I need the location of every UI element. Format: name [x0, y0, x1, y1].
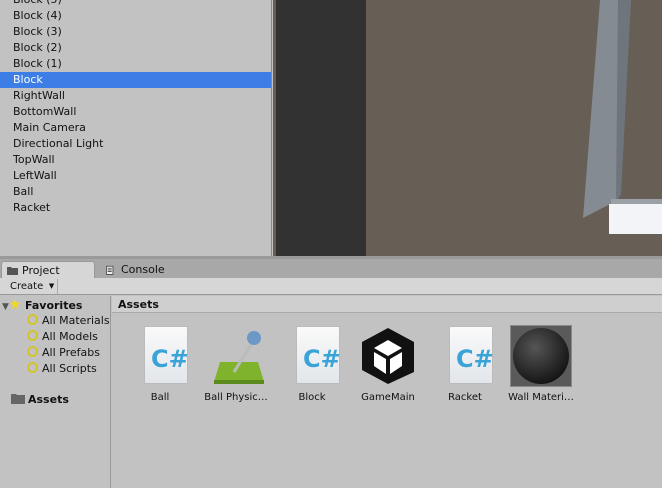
- unity-scene-icon: [362, 328, 414, 384]
- asset-label: Block: [298, 392, 326, 403]
- tree-item-label: All Scripts: [42, 362, 97, 375]
- search-icon: [27, 362, 38, 373]
- tree-item-label: All Models: [42, 330, 98, 343]
- hierarchy-item[interactable]: Directional Light: [0, 136, 271, 152]
- star-icon: ★: [8, 297, 22, 313]
- asset-item-block[interactable]: C# Block: [272, 326, 352, 403]
- tree-item-all-scripts[interactable]: All Scripts: [27, 361, 97, 377]
- tree-item-all-prefabs[interactable]: All Prefabs: [27, 345, 100, 361]
- asset-label: GameMain: [361, 392, 415, 403]
- tab-label: Console: [121, 263, 165, 276]
- tree-assets[interactable]: Assets: [11, 392, 69, 408]
- dropdown-arrow-icon: ▼: [48, 282, 55, 290]
- create-button[interactable]: Create ▼: [3, 279, 59, 294]
- hierarchy-item[interactable]: Racket: [0, 200, 271, 216]
- console-icon: [106, 265, 114, 275]
- hierarchy-item-selected[interactable]: Block: [0, 72, 271, 88]
- asset-label: Wall Materi…: [508, 392, 574, 403]
- search-icon: [27, 330, 38, 341]
- assets-breadcrumb: Assets: [112, 296, 662, 313]
- asset-item-gamemain[interactable]: GameMain: [348, 326, 428, 403]
- hierarchy-item[interactable]: TopWall: [0, 152, 271, 168]
- csharp-script-icon: C#: [296, 326, 341, 384]
- search-icon: [27, 314, 38, 325]
- asset-item-wall-material[interactable]: Wall Materi…: [501, 325, 581, 403]
- hierarchy-panel: Block (5) Block (4) Block (3) Block (2) …: [0, 0, 272, 256]
- physic-material-icon: [214, 331, 264, 384]
- hierarchy-item[interactable]: Ball: [0, 184, 271, 200]
- csharp-script-icon: C#: [144, 326, 189, 384]
- asset-label: Ball: [150, 392, 170, 403]
- hierarchy-item[interactable]: Block (5): [0, 0, 271, 8]
- tree-item-label: All Materials: [42, 314, 110, 327]
- hierarchy-item[interactable]: RightWall: [0, 88, 271, 104]
- favorites-label: Favorites: [24, 299, 83, 312]
- csharp-script-icon: C#: [449, 326, 494, 384]
- hierarchy-item[interactable]: BottomWall: [0, 104, 271, 120]
- asset-label: Ball Physic…: [204, 392, 268, 403]
- tree-favorites[interactable]: ▼★ Favorites: [2, 297, 82, 313]
- create-label: Create: [10, 281, 44, 292]
- asset-browser: Assets C# Ball Ball Physic… C# Block Gam…: [112, 296, 662, 488]
- search-icon: [27, 346, 38, 357]
- tree-item-label: All Prefabs: [42, 346, 100, 359]
- tab-console[interactable]: Console: [101, 261, 181, 278]
- asset-item-racket[interactable]: C# Racket: [425, 326, 505, 403]
- hierarchy-item[interactable]: Block (1): [0, 56, 271, 72]
- project-folder-tree: ▼★ Favorites All Materials All Models Al…: [0, 296, 111, 488]
- assets-label: Assets: [28, 393, 69, 406]
- folder-icon: [7, 267, 18, 275]
- hierarchy-item[interactable]: LeftWall: [0, 168, 271, 184]
- expand-arrow-icon[interactable]: ▼: [2, 302, 9, 312]
- scene-view[interactable]: [273, 0, 662, 256]
- asset-label: Racket: [448, 392, 482, 403]
- project-toolbar: Create ▼: [0, 278, 662, 295]
- folder-icon: [11, 394, 25, 404]
- block-mesh: [609, 204, 662, 234]
- material-sphere-icon: [513, 328, 569, 384]
- tree-item-all-models[interactable]: All Models: [27, 329, 98, 345]
- hierarchy-item[interactable]: Block (4): [0, 8, 271, 24]
- tab-label: Project: [22, 264, 60, 277]
- tree-item-all-materials[interactable]: All Materials: [27, 313, 110, 329]
- scene-geometry: [583, 0, 662, 234]
- hierarchy-item[interactable]: Block (3): [0, 24, 271, 40]
- tab-project[interactable]: Project: [1, 261, 95, 278]
- asset-item-ball[interactable]: C# Ball: [120, 326, 200, 403]
- hierarchy-item[interactable]: Block (2): [0, 40, 271, 56]
- hierarchy-item[interactable]: Main Camera: [0, 120, 271, 136]
- tab-bar: Project Console: [0, 259, 662, 278]
- asset-item-ball-physic[interactable]: Ball Physic…: [196, 326, 276, 403]
